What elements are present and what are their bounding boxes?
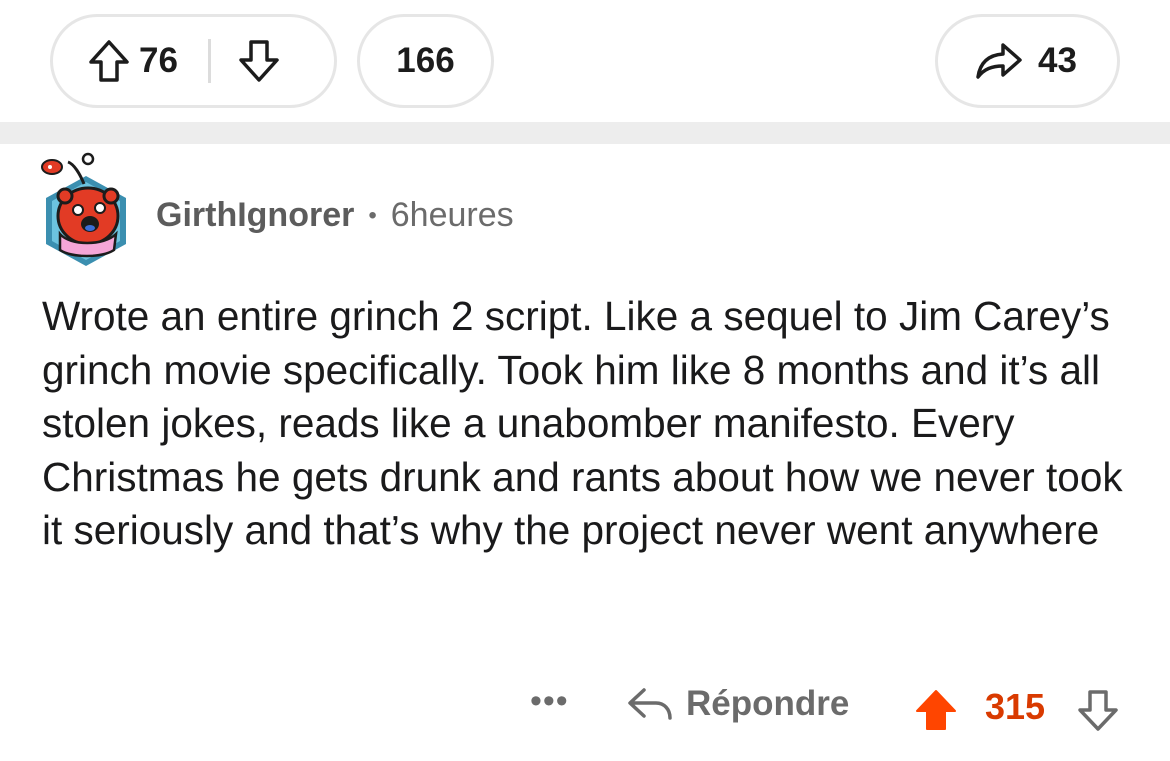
- comment-downvote-icon[interactable]: [1076, 688, 1120, 732]
- comment-body: Wrote an entire grinch 2 script. Like a …: [42, 293, 1123, 553]
- avatar[interactable]: [38, 150, 134, 270]
- upvote-count: 76: [139, 41, 178, 80]
- vote-divider: [207, 39, 211, 83]
- reply-button[interactable]: Répondre: [626, 684, 849, 724]
- comment-meta: GirthIgnorer • 6heures: [156, 196, 514, 235]
- comment-timestamp: 6heures: [390, 196, 514, 234]
- comment-author[interactable]: GirthIgnorer: [156, 196, 354, 235]
- more-options-button[interactable]: •••: [530, 682, 569, 721]
- upvote-icon[interactable]: [87, 38, 131, 84]
- downvote-icon[interactable]: [237, 38, 281, 84]
- comment-count: 166: [396, 41, 455, 80]
- share-button[interactable]: 43: [935, 14, 1120, 108]
- comment-screen: 76 166 43 GirthIgnorer • 6heures Wrote a…: [0, 0, 1170, 761]
- section-separator: [0, 122, 1170, 144]
- comments-button[interactable]: 166: [357, 14, 494, 108]
- post-action-bar: 76 166 43: [0, 0, 1170, 122]
- share-count: 43: [1038, 41, 1077, 80]
- meta-separator: •: [368, 201, 377, 229]
- upvote-active-icon[interactable]: [914, 688, 958, 732]
- reply-label: Répondre: [686, 684, 850, 723]
- vote-pill: 76: [50, 14, 337, 108]
- comment-actions: ••• Répondre 315: [0, 678, 1170, 738]
- share-icon: [974, 41, 1024, 81]
- comment-score: 315: [985, 686, 1046, 727]
- reply-icon: [626, 684, 674, 724]
